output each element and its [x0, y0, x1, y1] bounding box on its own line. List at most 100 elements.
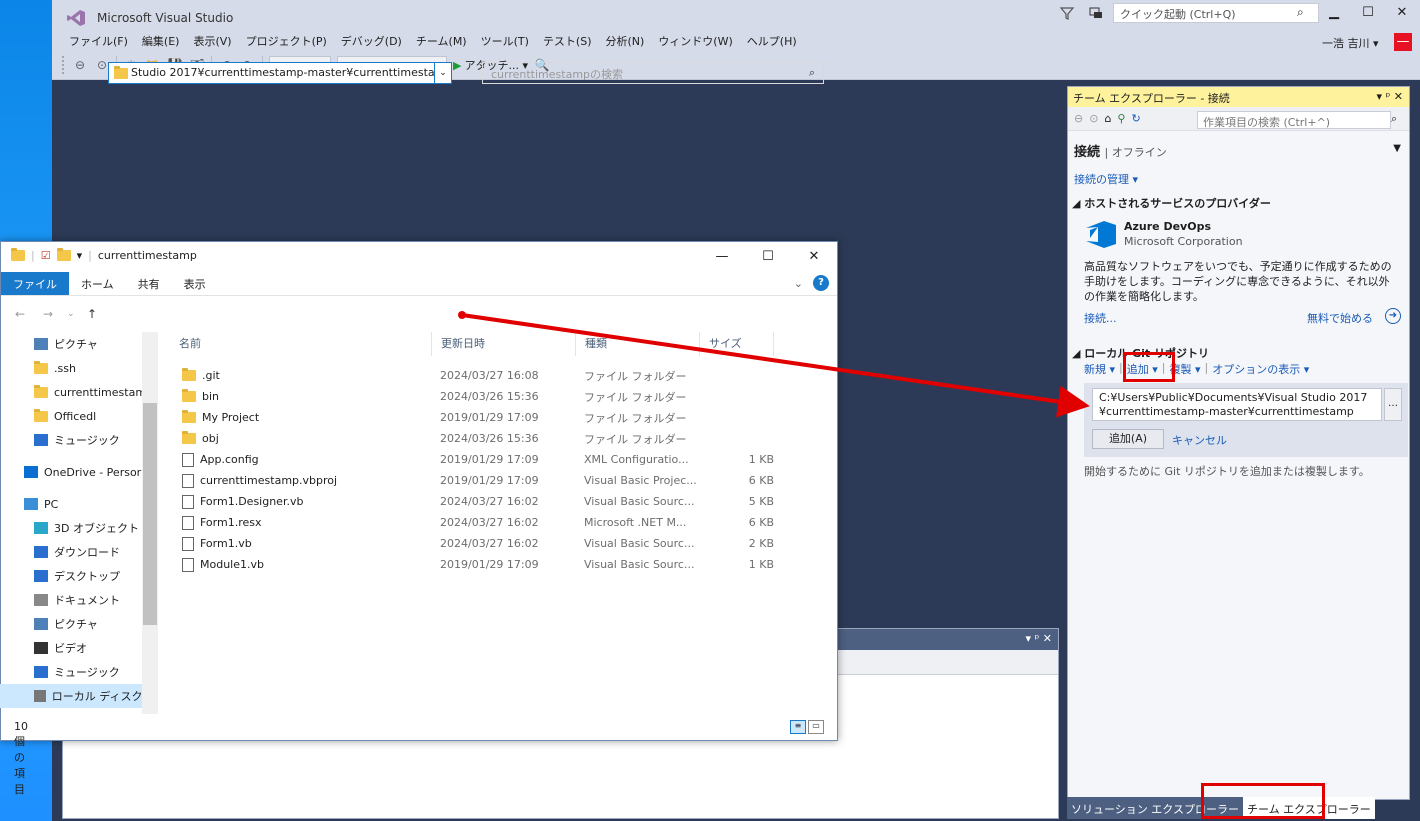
minimize-button[interactable]: —: [699, 246, 745, 268]
column-type[interactable]: 種類: [576, 332, 700, 356]
refresh-icon[interactable]: ↻: [1131, 112, 1140, 125]
tab-view[interactable]: 表示: [172, 272, 218, 295]
search-icon[interactable]: ⌕: [1297, 5, 1304, 20]
azure-connect-link[interactable]: 接続...: [1084, 310, 1117, 326]
column-name[interactable]: 名前: [170, 332, 432, 356]
filter-icon[interactable]: [1059, 5, 1075, 21]
column-date[interactable]: 更新日時: [432, 332, 576, 356]
close-button[interactable]: ✕: [791, 246, 837, 268]
minimize-button[interactable]: ▁: [1320, 2, 1348, 24]
help-icon[interactable]: ?: [813, 275, 829, 291]
nav-item[interactable]: ピクチャ: [0, 612, 158, 636]
recent-locations-icon[interactable]: ⌄: [67, 309, 75, 319]
nav-item[interactable]: ダウンロード: [0, 540, 158, 564]
plug-icon[interactable]: ⚲: [1117, 112, 1125, 125]
menu-team[interactable]: チーム(M): [409, 31, 474, 51]
nav-item[interactable]: PC: [0, 492, 158, 516]
nav-item[interactable]: ローカル ディスク (C: [0, 684, 158, 708]
menu-view[interactable]: 表示(V): [186, 31, 238, 51]
search-icon[interactable]: ⌕: [809, 66, 815, 80]
forward-icon[interactable]: ⊙: [1089, 112, 1098, 125]
nav-item[interactable]: ミュージック: [0, 660, 158, 684]
menu-tools[interactable]: ツール(T): [474, 31, 536, 51]
nav-item[interactable]: ビデオ: [0, 636, 158, 660]
back-icon[interactable]: ⊖: [1074, 112, 1083, 125]
azure-devops-description: 高品質なソフトウェアをいつでも、予定通りに作成するための手助けをします。コーディ…: [1084, 260, 1392, 303]
large-icons-view-icon[interactable]: ▭: [808, 720, 824, 734]
pane-controls-icon[interactable]: ▾ ᵖ ✕: [1377, 90, 1403, 103]
azure-free-start-link[interactable]: 無料で始める: [1307, 310, 1373, 326]
menu-analyze[interactable]: 分析(N): [599, 31, 652, 51]
cancel-link[interactable]: キャンセル: [1172, 432, 1227, 448]
table-row[interactable]: bin 2024/03/26 15:36 ファイル フォルダー: [170, 386, 830, 407]
nav-item[interactable]: デスクトップ: [0, 564, 158, 588]
column-size[interactable]: サイズ: [700, 332, 774, 356]
chevron-down-icon[interactable]: ▼: [1393, 143, 1401, 154]
back-icon[interactable]: ⊖: [72, 58, 88, 72]
file-date: 2024/03/27 16:08: [440, 369, 539, 382]
tab-file[interactable]: ファイル: [1, 272, 69, 295]
home-icon[interactable]: ⌂: [1104, 112, 1111, 125]
table-row[interactable]: .git 2024/03/27 16:08 ファイル フォルダー: [170, 365, 830, 386]
menu-edit[interactable]: 編集(E): [135, 31, 187, 51]
menu-test[interactable]: テスト(S): [536, 31, 599, 51]
details-view-icon[interactable]: ≡: [790, 720, 806, 734]
menu-help[interactable]: ヘルプ(H): [740, 31, 804, 51]
properties-icon[interactable]: ☑: [41, 249, 51, 262]
search-icon[interactable]: ⌕: [1391, 112, 1397, 126]
menu-file[interactable]: ファイル(F): [62, 31, 135, 51]
browse-button[interactable]: …: [1384, 388, 1402, 421]
menu-project[interactable]: プロジェクト(P): [239, 31, 334, 51]
maximize-button[interactable]: ☐: [745, 246, 791, 268]
tab-home[interactable]: ホーム: [69, 272, 126, 295]
close-button[interactable]: ✕: [1388, 2, 1416, 24]
menu-debug[interactable]: デバッグ(D): [334, 31, 409, 51]
team-tab-highlight-box: [1201, 783, 1325, 819]
maximize-button[interactable]: ☐: [1354, 2, 1382, 24]
nav-item[interactable]: Officedl: [0, 404, 158, 428]
nav-item[interactable]: currenttimestam: [0, 380, 158, 404]
nav-item[interactable]: 3D オブジェクト: [0, 516, 158, 540]
table-row[interactable]: Form1.vb 2024/03/27 16:02 Visual Basic Sou…: [170, 533, 830, 554]
repo-path-input[interactable]: C:¥Users¥Public¥Documents¥Visual Studio …: [1092, 388, 1382, 421]
toolbar-grip[interactable]: [62, 56, 66, 74]
quick-launch-input[interactable]: クイック起動 (Ctrl+Q): [1113, 3, 1319, 23]
table-row[interactable]: Form1.Designer.vb 2024/03/27 16:02 Visual …: [170, 491, 830, 512]
forward-arrow-icon[interactable]: →: [43, 307, 53, 321]
hosted-providers-title[interactable]: ◢ ホストされるサービスのプロバイダー: [1072, 195, 1271, 211]
explorer-search-input[interactable]: currenttimestampの検索 ⌕: [482, 62, 824, 84]
user-account-menu[interactable]: 一浩 吉川 ▾: [1322, 35, 1379, 51]
tab-share[interactable]: 共有: [126, 272, 172, 295]
pictures-icon: [34, 338, 48, 350]
menu-window[interactable]: ウィンドウ(W): [651, 31, 739, 51]
table-row[interactable]: obj 2024/03/26 15:36 ファイル フォルダー: [170, 428, 830, 449]
table-row[interactable]: App.config 2019/01/29 17:09 XML Configurat…: [170, 449, 830, 470]
address-dropdown-button[interactable]: ⌄: [434, 62, 452, 84]
nav-item[interactable]: .ssh: [0, 356, 158, 380]
arrow-right-icon[interactable]: ➜: [1385, 308, 1401, 324]
new-folder-icon[interactable]: [56, 248, 71, 261]
add-button[interactable]: 追加(A): [1092, 429, 1164, 449]
notification-badge[interactable]: —: [1394, 33, 1412, 51]
nav-item[interactable]: ピクチャ: [0, 332, 158, 356]
view-options-link[interactable]: オプションの表示 ▾: [1212, 361, 1309, 377]
back-arrow-icon[interactable]: ←: [15, 307, 25, 321]
table-row[interactable]: Form1.resx 2024/03/27 16:02 Microsoft .NET…: [170, 512, 830, 533]
pane-controls-icon[interactable]: ▾ ᵖ ✕: [1026, 632, 1052, 645]
file-name: Form1.Designer.vb: [200, 495, 304, 508]
chevron-down-icon[interactable]: ▾: [77, 249, 83, 262]
address-bar[interactable]: Studio 2017¥currenttimestamp-master¥curr…: [108, 62, 452, 84]
nav-item[interactable]: ドキュメント: [0, 588, 158, 612]
nav-item[interactable]: OneDrive - Persor: [0, 460, 158, 484]
manage-connections-link[interactable]: 接続の管理 ▾: [1074, 171, 1138, 187]
table-row[interactable]: My Project 2019/01/29 17:09 ファイル フォルダー: [170, 407, 830, 428]
table-row[interactable]: currenttimestamp.vbproj 2019/01/29 17:09 V…: [170, 470, 830, 491]
table-row[interactable]: Module1.vb 2019/01/29 17:09 Visual Basic S…: [170, 554, 830, 575]
nav-item[interactable]: ミュージック: [0, 428, 158, 452]
nav-scrollbar-thumb[interactable]: [143, 403, 157, 625]
up-arrow-icon[interactable]: ↑: [87, 307, 97, 321]
work-item-search-input[interactable]: 作業項目の検索 (Ctrl+^): [1197, 111, 1391, 129]
new-repo-link[interactable]: 新規 ▾: [1084, 361, 1115, 377]
chevron-down-icon[interactable]: ⌄: [794, 277, 803, 290]
feedback-icon[interactable]: [1088, 5, 1104, 21]
